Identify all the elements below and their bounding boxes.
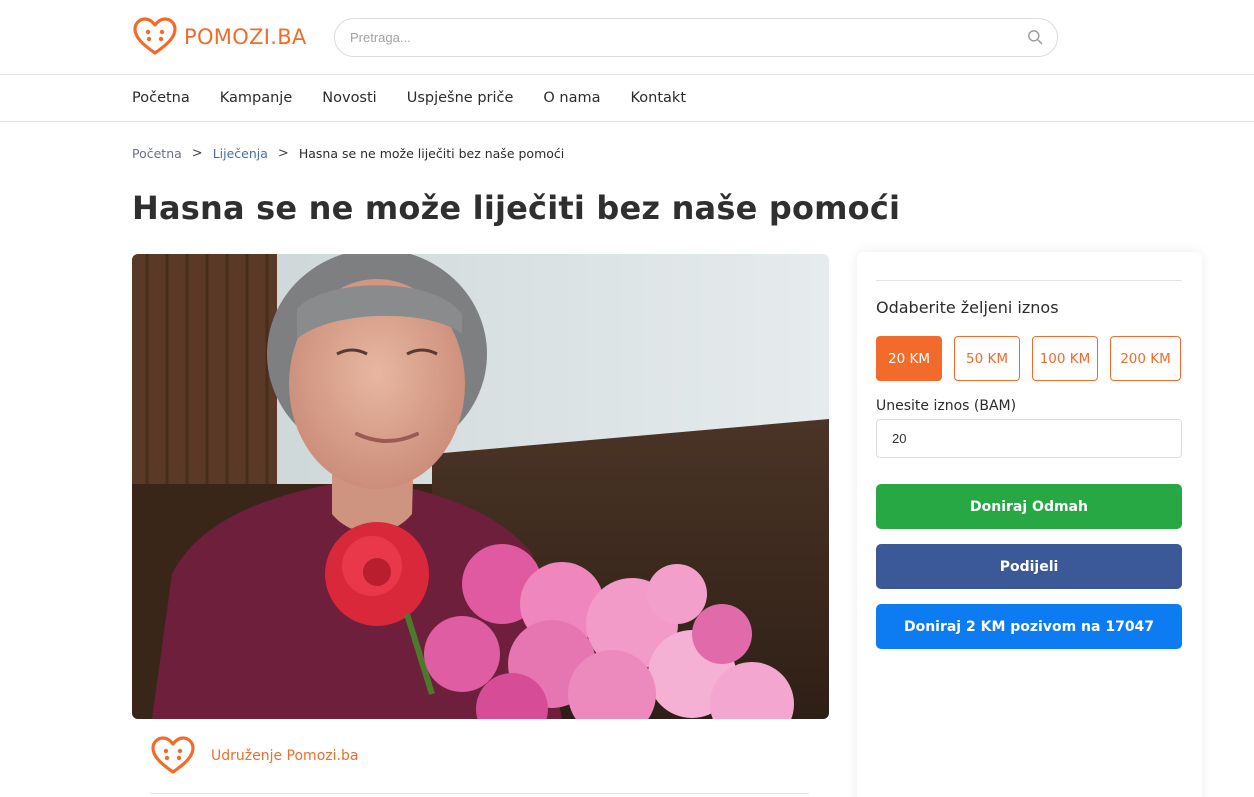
breadcrumb: Početna > Liječenja > Hasna se ne može l…	[132, 146, 564, 161]
amount-choose-label: Odaberite željeni iznos	[876, 298, 1059, 317]
logo-text: POMOZI.BA	[184, 25, 307, 49]
amount-option-50[interactable]: 50 KM	[954, 336, 1020, 381]
amount-option-200[interactable]: 200 KM	[1110, 336, 1181, 381]
sms-donate-button[interactable]: Doniraj 2 KM pozivom na 17047	[876, 604, 1182, 649]
search-input[interactable]	[350, 19, 1010, 56]
share-button[interactable]: Podijeli	[876, 544, 1182, 589]
breadcrumb-separator: >	[277, 146, 289, 161]
amount-option-100[interactable]: 100 KM	[1032, 336, 1098, 381]
heart-face-icon	[151, 736, 195, 774]
breadcrumb-current: Hasna se ne može liječiti bez naše pomoć…	[298, 146, 565, 161]
search-box	[334, 18, 1058, 57]
nav-item-kampanje[interactable]: Kampanje	[220, 90, 293, 106]
main-nav: Početna Kampanje Novosti Uspješne priče …	[0, 75, 1254, 122]
amount-input-label: Unesite iznos (BAM)	[876, 398, 1017, 414]
breadcrumb-category[interactable]: Liječenja	[213, 146, 268, 161]
amount-input[interactable]	[876, 419, 1182, 458]
heart-face-icon	[133, 17, 177, 55]
divider	[150, 793, 809, 794]
donate-panel: Odaberite željeni iznos 20 KM 50 KM 100 …	[857, 252, 1202, 797]
page-title: Hasna se ne može liječiti bez naše pomoć…	[132, 189, 901, 227]
nav-item-o-nama[interactable]: O nama	[543, 90, 600, 106]
campaign-image	[132, 254, 829, 719]
divider	[876, 280, 1182, 281]
organizer: Udruženje Pomozi.ba	[150, 734, 358, 778]
search-icon[interactable]	[1027, 29, 1043, 45]
nav-item-uspjesne-price[interactable]: Uspješne priče	[407, 90, 514, 106]
nav-item-novosti[interactable]: Novosti	[322, 90, 376, 106]
amount-option-20[interactable]: 20 KM	[876, 336, 942, 381]
site-logo[interactable]: POMOZI.BA	[132, 17, 307, 57]
breadcrumb-home[interactable]: Početna	[132, 146, 182, 161]
donate-now-button[interactable]: Doniraj Odmah	[876, 484, 1182, 529]
breadcrumb-separator: >	[191, 146, 203, 161]
header: POMOZI.BA	[0, 0, 1254, 75]
amount-options: 20 KM 50 KM 100 KM 200 KM	[876, 336, 1181, 381]
nav-item-pocetna[interactable]: Početna	[132, 90, 190, 106]
organizer-name[interactable]: Udruženje Pomozi.ba	[211, 748, 358, 764]
nav-item-kontakt[interactable]: Kontakt	[631, 90, 687, 106]
